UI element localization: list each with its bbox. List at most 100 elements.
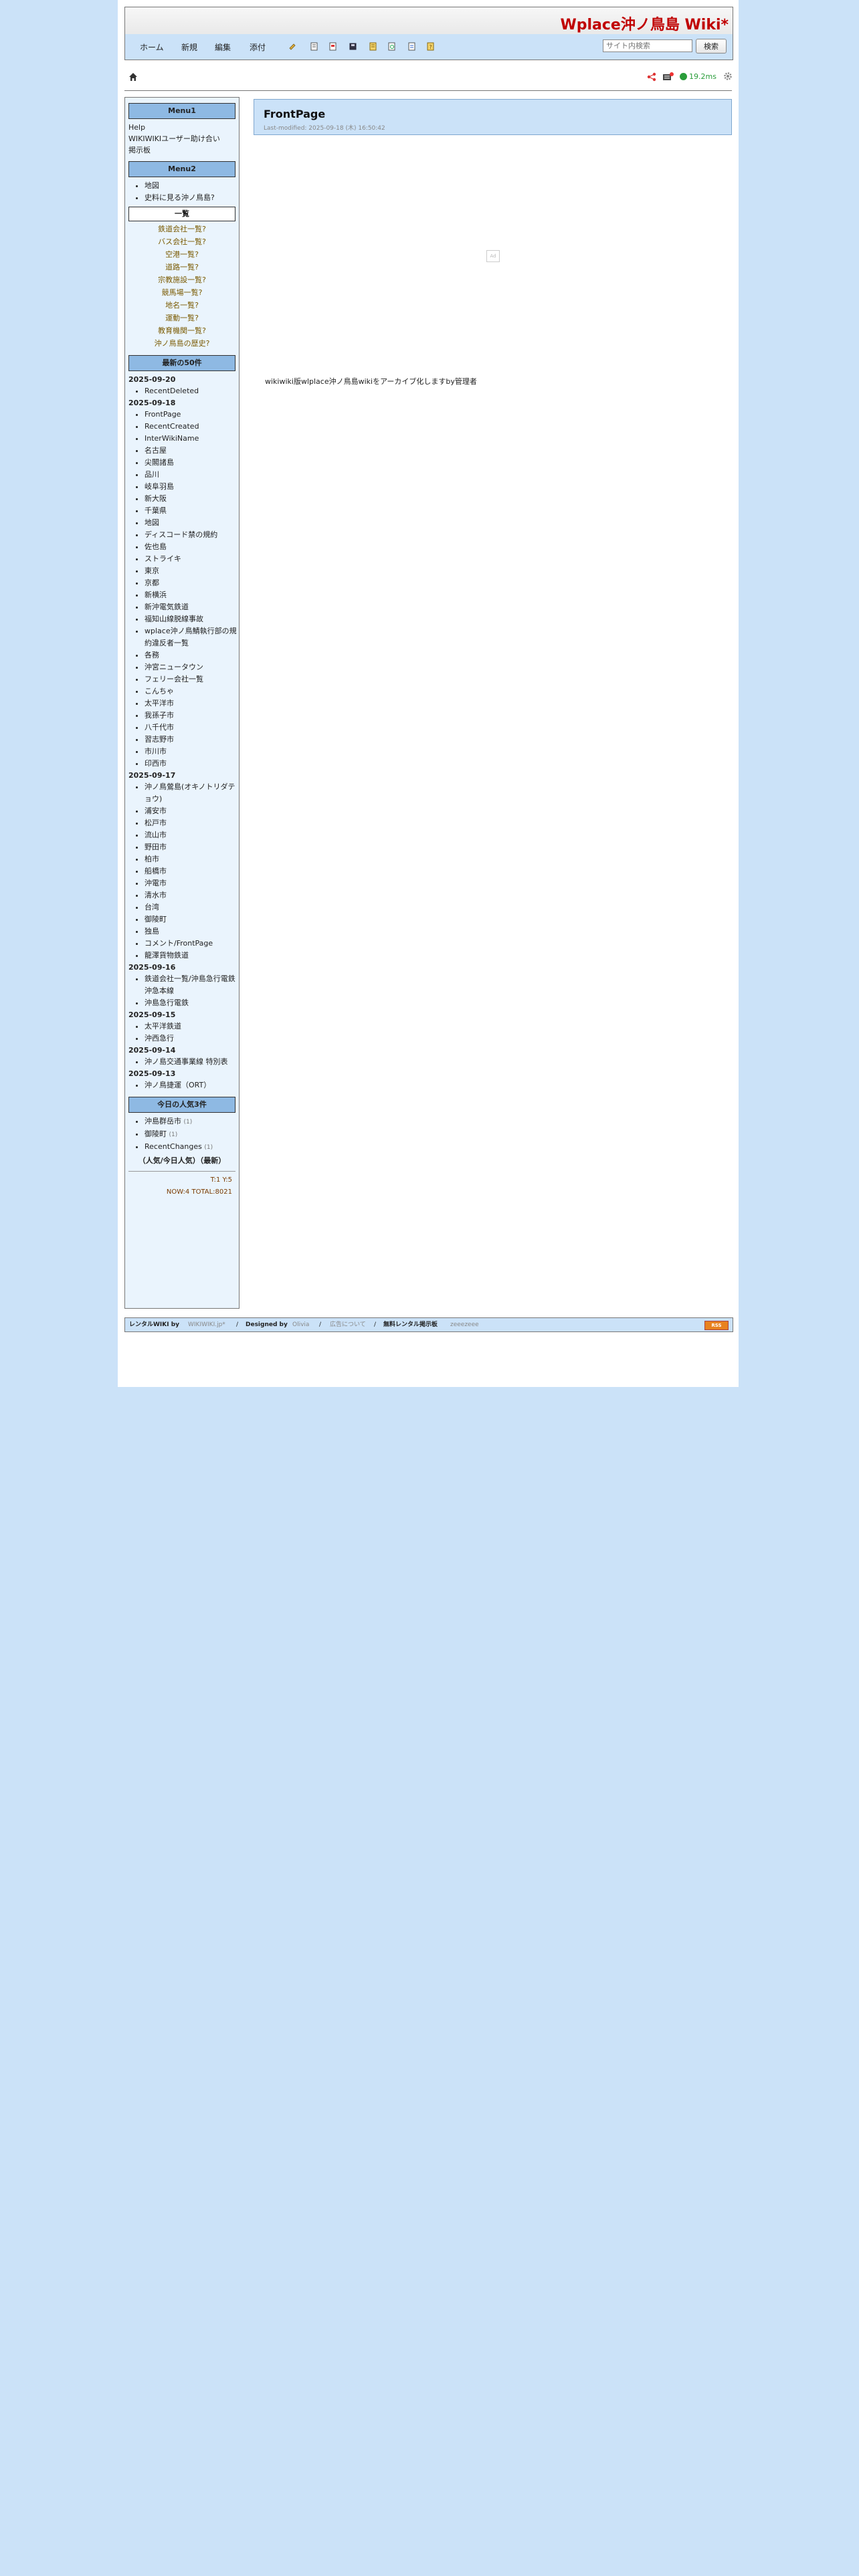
ranking-item[interactable]: 御陵町 (1) — [145, 1128, 239, 1141]
ranking-item-name[interactable]: RecentChanges — [145, 1142, 202, 1151]
recent-item[interactable]: 清水市 — [145, 889, 239, 901]
nav-edit[interactable]: 編集 — [215, 41, 231, 53]
backup-icon[interactable] — [349, 42, 357, 51]
recent-item[interactable]: 太平洋鉄道 — [145, 1021, 239, 1033]
recent-item[interactable]: RecentCreated — [145, 421, 239, 433]
home-icon[interactable] — [128, 72, 138, 82]
share-icon[interactable] — [646, 72, 657, 82]
search-button[interactable]: 検索 — [696, 39, 727, 53]
recent-item[interactable]: ディスコード禁の規約 — [145, 529, 239, 541]
recent-item[interactable]: 独島 — [145, 926, 239, 938]
recent-item[interactable]: InterWikiName — [145, 433, 239, 445]
recent-item[interactable]: 沖西急行 — [145, 1033, 239, 1045]
site-title-link[interactable]: Wplace沖ノ鳥島 Wiki* — [560, 13, 729, 34]
page-icon[interactable] — [310, 42, 318, 51]
ranking-note[interactable]: （人気/今日人気）（最新） — [128, 1155, 235, 1166]
recent-item[interactable]: 浦安市 — [145, 805, 239, 817]
menu1-link-mutual-help[interactable]: WIKIWIKIユーザー助け合い — [128, 133, 235, 144]
recent-item[interactable]: 御陵町 — [145, 914, 239, 926]
page-title[interactable]: FrontPage — [264, 108, 325, 120]
menu1-link-help[interactable]: Help — [128, 122, 235, 133]
ichiran-item[interactable]: 沖ノ鳥島の歴史? — [128, 337, 235, 350]
menu1-link-bbs[interactable]: 掲示板 — [128, 144, 235, 156]
nav-home[interactable]: ホーム — [140, 41, 164, 53]
recent-item[interactable]: 沖電市 — [145, 877, 239, 889]
rss-icon[interactable] — [662, 72, 674, 82]
recent-item[interactable]: 我孫子市 — [145, 710, 239, 722]
ichiran-item[interactable]: バス会社一覧? — [128, 235, 235, 248]
ichiran-item[interactable]: 競馬場一覧? — [128, 286, 235, 299]
list-icon[interactable] — [369, 42, 377, 51]
recent-item[interactable]: 太平洋市 — [145, 697, 239, 710]
ichiran-item[interactable]: 運動一覧? — [128, 312, 235, 324]
help-icon[interactable]: ? — [426, 42, 435, 51]
footer-ad-about-link[interactable]: 広告について — [330, 1318, 366, 1331]
recent-item[interactable]: 品川 — [145, 469, 239, 481]
recent-item[interactable]: 習志野市 — [145, 734, 239, 746]
recent-item[interactable]: 新大阪 — [145, 493, 239, 505]
recent-item[interactable]: フェリー会社一覧 — [145, 673, 239, 685]
recent-item[interactable]: 新沖電気鉄道 — [145, 601, 239, 613]
footer-zeeezeee-link[interactable]: zeeezeee — [450, 1318, 479, 1331]
recent-item[interactable]: 佐也島 — [145, 541, 239, 553]
recent-item[interactable]: 各務 — [145, 649, 239, 661]
menu2-item[interactable]: 史料に見る沖ノ鳥島? — [145, 192, 239, 204]
ichiran-item[interactable]: 宗教施設一覧? — [128, 274, 235, 286]
recent-item[interactable]: 岐阜羽島 — [145, 481, 239, 493]
recent-item[interactable]: 沖ノ島交通事業線 特別表 — [145, 1056, 239, 1068]
footer-separator: / — [236, 1321, 239, 1328]
footer-wikiwiki-link[interactable]: WIKIWIKI.jp* — [188, 1318, 225, 1331]
recent-item[interactable]: 印西市 — [145, 758, 239, 770]
ichiran-item[interactable]: 地名一覧? — [128, 299, 235, 312]
site-search-input[interactable] — [603, 39, 692, 52]
recent-item[interactable]: 龍澤貨物鉄道 — [145, 950, 239, 962]
recent-item[interactable]: 名古屋 — [145, 445, 239, 457]
recent-item[interactable]: 沖島急行電鉄 — [145, 997, 239, 1009]
ad-placeholder[interactable]: Ad — [486, 250, 500, 262]
recent-item[interactable]: 市川市 — [145, 746, 239, 758]
recent-item[interactable]: 船橋市 — [145, 865, 239, 877]
ichiran-item[interactable]: 鉄道会社一覧? — [128, 223, 235, 235]
recent-item[interactable]: 新横浜 — [145, 589, 239, 601]
recent-item[interactable]: 地図 — [145, 517, 239, 529]
recent-item[interactable]: 野田市 — [145, 841, 239, 853]
ichiran-item[interactable]: 道路一覧? — [128, 261, 235, 274]
recent-item[interactable]: ストライキ — [145, 553, 239, 565]
recent-item[interactable]: 台湾 — [145, 901, 239, 914]
recent-item[interactable]: 沖ノ鳥捷運（ORT） — [145, 1079, 239, 1091]
nav-new[interactable]: 新規 — [181, 41, 197, 53]
ranking-item-name[interactable]: 御陵町 — [145, 1130, 167, 1138]
recent-item[interactable]: 京都 — [145, 577, 239, 589]
recent-item[interactable]: こんちゃ — [145, 685, 239, 697]
ichiran-item[interactable]: 空港一覧? — [128, 248, 235, 261]
menu2-item[interactable]: 地図 — [145, 180, 239, 192]
ranking-item-name[interactable]: 沖島群岳市 — [145, 1117, 181, 1125]
ranking-item[interactable]: 沖島群岳市 (1) — [145, 1115, 239, 1128]
recent-item[interactable]: 沖ノ鳥鶯島(オキノトリダテョウ) — [145, 781, 239, 805]
recent-item[interactable]: コメント/FrontPage — [145, 938, 239, 950]
footer-badge[interactable]: RSS — [704, 1321, 729, 1330]
recent-item[interactable]: 東京 — [145, 565, 239, 577]
recent-changes-icon[interactable] — [407, 42, 416, 51]
recent-item[interactable]: 八千代市 — [145, 722, 239, 734]
ranking-item[interactable]: RecentChanges (1) — [145, 1141, 239, 1154]
recent-item[interactable]: 柏市 — [145, 853, 239, 865]
recent-item[interactable]: FrontPage — [145, 409, 239, 421]
recent-item[interactable]: 流山市 — [145, 829, 239, 841]
footer-olivia-link[interactable]: Olivia — [292, 1318, 309, 1331]
nav-attach[interactable]: 添付 — [250, 41, 266, 53]
recent-item[interactable]: wplace沖ノ鳥鯖執行部の規約違反者一覧 — [145, 625, 239, 649]
recent-item[interactable]: 鉄道会社一覧/沖島急行電鉄 沖急本線 — [145, 973, 239, 997]
recent-item[interactable]: 尖閣諸島 — [145, 457, 239, 469]
gear-icon[interactable] — [723, 72, 733, 81]
copy-icon[interactable] — [288, 42, 297, 51]
search-page-icon[interactable] — [387, 42, 396, 51]
ranking-item-count: (1) — [204, 1144, 213, 1151]
recent-item[interactable]: 千葉県 — [145, 505, 239, 517]
recent-item[interactable]: RecentDeleted — [145, 385, 239, 397]
diff-icon[interactable] — [328, 42, 337, 51]
recent-item[interactable]: 沖宮ニュータウン — [145, 661, 239, 673]
recent-item[interactable]: 福知山線脱線事故 — [145, 613, 239, 625]
recent-item[interactable]: 松戸市 — [145, 817, 239, 829]
ichiran-item[interactable]: 教育機関一覧? — [128, 324, 235, 337]
